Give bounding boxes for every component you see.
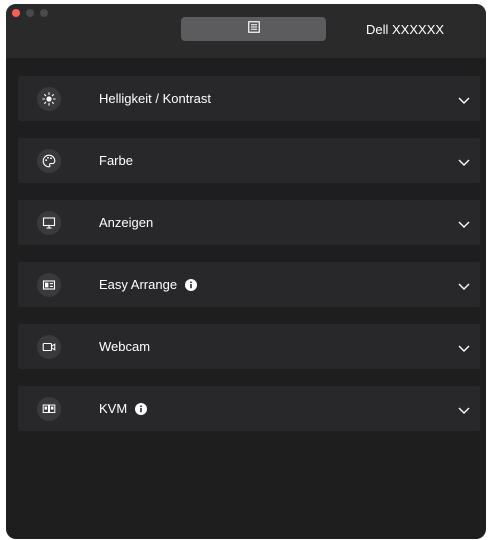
chevron-down-icon[interactable] <box>458 402 470 420</box>
section-label: Helligkeit / Kontrast <box>99 91 211 106</box>
section-color[interactable]: Farbe <box>18 138 480 183</box>
section-label: Farbe <box>99 153 133 168</box>
chevron-down-icon[interactable] <box>458 340 470 358</box>
chevron-down-icon[interactable] <box>458 154 470 172</box>
close-window-button[interactable] <box>12 9 20 17</box>
section-label: Easy Arrange <box>99 277 198 292</box>
section-label: Anzeigen <box>99 215 154 230</box>
section-label: Webcam <box>99 339 151 354</box>
menu-button[interactable] <box>181 17 326 41</box>
palette-icon <box>37 149 61 173</box>
minimize-window-button[interactable] <box>26 9 34 17</box>
webcam-icon <box>37 335 61 359</box>
brightness-icon <box>37 87 61 111</box>
chevron-down-icon[interactable] <box>458 92 470 110</box>
section-display[interactable]: Anzeigen <box>18 200 480 245</box>
section-webcam[interactable]: Webcam <box>18 324 480 369</box>
section-kvm[interactable]: KVM <box>18 386 480 431</box>
display-icon <box>37 211 61 235</box>
document-list-icon <box>247 20 260 38</box>
maximize-window-button[interactable] <box>40 9 48 17</box>
section-brightness-contrast[interactable]: Helligkeit / Kontrast <box>18 76 480 121</box>
info-icon[interactable] <box>185 278 198 291</box>
easy-arrange-icon <box>37 273 61 297</box>
section-easy-arrange[interactable]: Easy Arrange <box>18 262 480 307</box>
monitor-name[interactable]: Dell XXXXXX <box>366 22 444 37</box>
chevron-down-icon[interactable] <box>458 216 470 234</box>
app-window: Dell XXXXXX Helligkeit / Kontrast Farbe … <box>6 4 486 539</box>
info-icon[interactable] <box>135 402 148 415</box>
titlebar: Dell XXXXXX <box>6 4 486 58</box>
chevron-down-icon[interactable] <box>458 278 470 296</box>
kvm-icon <box>37 397 61 421</box>
section-label: KVM <box>99 401 148 416</box>
